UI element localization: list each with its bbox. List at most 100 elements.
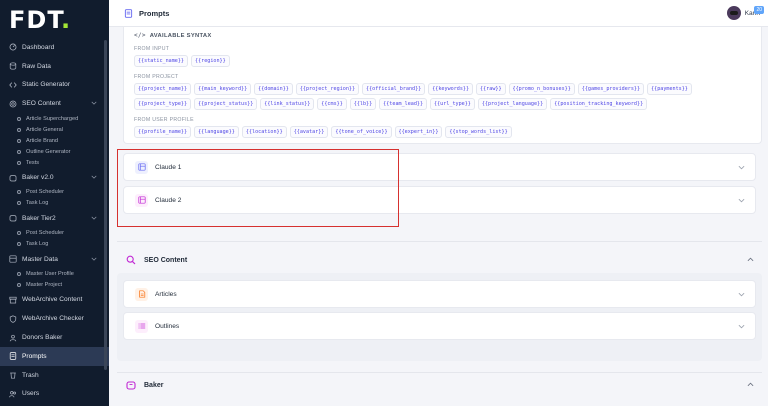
accordion-card[interactable]: Articles	[123, 280, 756, 308]
sidebar-subitem-post-scheduler[interactable]: Post Scheduler	[0, 187, 109, 198]
syntax-tag[interactable]: {{position_tracking_keyword}}	[550, 98, 648, 110]
card-label: Outlines	[155, 322, 180, 330]
dashboard-icon	[9, 43, 16, 51]
syntax-tag[interactable]: {{link_status}}	[260, 98, 315, 110]
sidebar-subitem-task-log[interactable]: Task Log	[0, 239, 109, 250]
sidebar-subitem-master-user-profile[interactable]: Master User Profile	[0, 269, 109, 280]
divider	[117, 241, 762, 242]
users-icon	[8, 389, 17, 398]
chevron-down-icon[interactable]	[738, 292, 745, 297]
sidebar-subitem-label: Article Brand	[26, 137, 59, 144]
syntax-tag[interactable]: {{promo_n_bonuses}}	[508, 83, 575, 95]
sidebar-item-users[interactable]: Users	[0, 385, 109, 404]
syntax-tag[interactable]: {{tone_of_voice}}	[331, 126, 392, 138]
user-menu[interactable]: Karin 20	[726, 6, 764, 20]
sidebar-item-donors-baker[interactable]: Donors Baker	[0, 328, 109, 347]
syntax-group-label: FROM USER PROFILE	[134, 117, 194, 123]
sidebar-item-static-generator[interactable]: Static Generator	[0, 76, 109, 95]
section-baker[interactable]: Baker	[117, 377, 762, 393]
chevron-down-icon[interactable]	[91, 100, 97, 106]
document-icon	[138, 290, 145, 298]
chevron-down-icon[interactable]	[91, 215, 97, 221]
avatar[interactable]	[726, 6, 741, 20]
sidebar-subitem-label: Article Supercharged	[26, 115, 79, 122]
sidebar-item-dashboard[interactable]: Dashboard	[0, 38, 109, 57]
sidebar-item-label: Dashboard	[22, 43, 55, 51]
syntax-tag[interactable]: {{official_brand}}	[362, 83, 426, 95]
syntax-tag[interactable]: {{project_type}}	[134, 98, 192, 110]
syntax-tag[interactable]: {{team_lead}}	[379, 98, 428, 110]
sidebar-item-webarchive-content[interactable]: WebArchive Content	[0, 291, 109, 310]
sidebar-subitem-article-supercharged[interactable]: Article Supercharged	[0, 113, 109, 124]
sidebar-scrollbar[interactable]	[104, 40, 107, 370]
shield-icon	[9, 315, 16, 323]
sidebar-item-raw-data[interactable]: Raw Data	[0, 57, 109, 76]
syntax-tag[interactable]: {{project_name}}	[134, 83, 192, 95]
card-label: Articles	[155, 290, 177, 298]
accordion-card[interactable]: Outlines	[123, 312, 756, 340]
bullet-icon	[17, 272, 21, 277]
sidebar-subitem-outline-generator[interactable]: Outline Generator	[0, 146, 109, 157]
syntax-tag[interactable]: {{keywords}}	[428, 83, 474, 95]
sidebar-subitem-master-project[interactable]: Master Project	[0, 280, 109, 291]
sidebar-subitem-article-general[interactable]: Article General	[0, 124, 109, 135]
bullet-icon	[17, 201, 21, 206]
sidebar-subitem-tests[interactable]: Tests	[0, 157, 109, 168]
bullet-icon	[17, 160, 21, 165]
syntax-tag[interactable]: {{domain}}	[254, 83, 293, 95]
sidebar-subitem-label: Outline Generator	[26, 148, 71, 155]
sidebar-item-webarchive-checker[interactable]: WebArchive Checker	[0, 309, 109, 328]
syntax-tag[interactable]: {{static_name}}	[134, 55, 189, 67]
syntax-tag[interactable]: {{lb}}	[349, 98, 377, 110]
app-logo[interactable]: FDT.	[0, 0, 109, 38]
sidebar-subitem-label: Post Scheduler	[26, 189, 64, 196]
syntax-tag[interactable]: {{payments}}	[647, 83, 692, 95]
trash-icon	[8, 371, 17, 380]
sidebar-item-label: Users	[22, 390, 40, 398]
chevron-down-icon[interactable]	[91, 174, 97, 180]
sidebar-subitem-task-log[interactable]: Task Log	[0, 198, 109, 209]
sidebar-item-seo-content[interactable]: SEO Content	[0, 94, 109, 113]
syntax-tag[interactable]: {{url_type}}	[430, 98, 475, 110]
syntax-tag[interactable]: {{main_keyword}}	[194, 83, 252, 95]
dashboard-icon	[8, 43, 17, 52]
sidebar-subitem-post-scheduler[interactable]: Post Scheduler	[0, 228, 109, 239]
syntax-tag[interactable]: {{expert_in}}	[394, 126, 443, 138]
chevron-down-icon[interactable]	[91, 256, 97, 262]
syntax-tag[interactable]: {{location}}	[241, 126, 287, 138]
syntax-tag-list: {{static_name}} {{region}}	[134, 55, 751, 67]
archive-icon	[8, 296, 17, 304]
sidebar-item-label: SEO Content	[22, 100, 61, 108]
syntax-tag[interactable]: {{stop_words_list}}	[445, 126, 512, 138]
syntax-tag[interactable]: {{language}}	[194, 126, 239, 138]
syntax-tag[interactable]: {{games_providers}}	[577, 83, 645, 95]
section-seo-content[interactable]: SEO Content	[117, 252, 762, 268]
syntax-tag[interactable]: {{profile_name}}	[134, 126, 192, 138]
bullet-icon	[17, 149, 21, 154]
syntax-tag[interactable]: {{region}}	[191, 55, 230, 67]
sidebar-subitem-article-brand[interactable]: Article Brand	[0, 135, 109, 146]
sidebar-item-trash[interactable]: Trash	[0, 366, 109, 385]
sidebar-item-baker-v2-0[interactable]: Baker v2.0	[0, 168, 109, 187]
syntax-tag[interactable]: {{project_status}}	[194, 98, 258, 110]
sidebar-item-prompts[interactable]: Prompts	[0, 346, 109, 366]
sidebar-item-master-data[interactable]: Master Data	[0, 250, 109, 269]
syntax-tag[interactable]: {{project_region}}	[295, 83, 360, 95]
sidebar-item-label: Baker v2.0	[22, 174, 54, 182]
notification-badge[interactable]: 20	[754, 6, 764, 14]
chevron-down-icon[interactable]	[738, 198, 745, 203]
sidebar-subitem-label: Tests	[26, 159, 40, 166]
syntax-tag[interactable]: {{cms}}	[317, 98, 347, 110]
chevron-down-icon[interactable]	[738, 165, 745, 170]
syntax-tag[interactable]: {{avatar}}	[289, 126, 329, 138]
syntax-tag[interactable]: {{raw}}	[476, 83, 506, 95]
chevron-up-icon[interactable]	[747, 382, 754, 387]
chevron-up-icon[interactable]	[747, 257, 754, 262]
chevron-down-icon[interactable]	[738, 324, 745, 329]
sidebar-item-baker-tier2[interactable]: Baker Tier2	[0, 209, 109, 228]
search-icon	[126, 255, 136, 265]
page-title: Prompts	[139, 8, 170, 18]
syntax-tag[interactable]: {{project_language}}	[477, 98, 548, 110]
donors-icon	[9, 334, 16, 341]
topbar: Prompts Karin 20	[109, 0, 768, 27]
